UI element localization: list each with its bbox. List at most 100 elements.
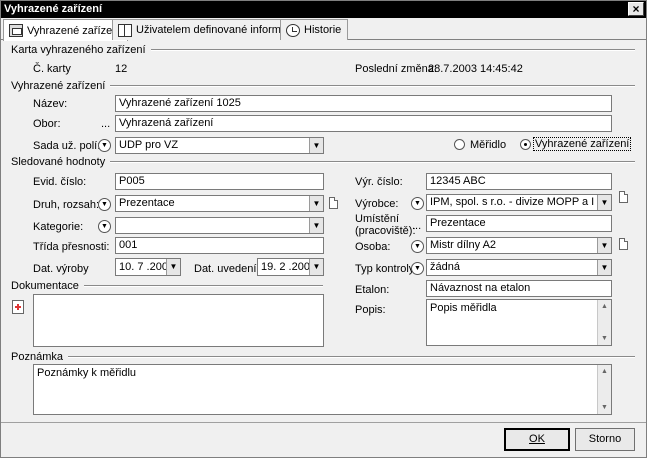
mfg-date-label: Dat. výroby (33, 263, 89, 275)
categ-label: Kategorie: (33, 221, 84, 233)
tab-label: Uživatelem definované informace (136, 24, 299, 36)
dropdown-arrow-icon[interactable]: ▼ (597, 260, 611, 275)
radio-reserved-device[interactable] (520, 139, 531, 150)
documentation-list[interactable] (33, 294, 324, 347)
control-type-select[interactable]: žádná ▼ (426, 259, 612, 276)
tab-bar: Vyhrazené zařízení Uživatelem definované… (1, 18, 646, 41)
description-text: Popis měřidla (430, 302, 497, 314)
cancel-button[interactable]: Storno (575, 428, 635, 451)
person-label: Osoba: (355, 241, 391, 253)
chevron-down-icon: ▼ (101, 142, 108, 149)
name-field[interactable]: Vyhrazené zařízení 1025 (115, 95, 612, 112)
clock-icon (286, 23, 300, 37)
location-field[interactable]: Prezentace (426, 215, 612, 232)
tab-label: Vyhrazené zařízení (27, 24, 122, 37)
etalon-field[interactable]: Návaznost na etalon (426, 280, 612, 297)
name-label: Název: (33, 98, 68, 110)
chevron-down-icon: ▼ (414, 200, 421, 207)
window-title: Vyhrazené zařízení (4, 3, 103, 15)
radio-meter[interactable] (454, 139, 465, 150)
location-label-line1: Umístění (355, 213, 400, 225)
scroll-down-icon[interactable]: ▼ (598, 401, 611, 414)
use-date-value: 19. 2 .2002 (261, 261, 317, 273)
dropdown-arrow-icon[interactable]: ▼ (309, 218, 323, 233)
category-field[interactable]: Vyhrazená zařízení (115, 115, 612, 132)
note-section-label: Poznámka (11, 351, 63, 363)
tab-history[interactable]: Historie (280, 19, 349, 40)
calendar-dropdown-icon[interactable]: ▼ (309, 259, 323, 275)
documentation-section-label: Dokumentace (11, 280, 79, 292)
fieldset-select[interactable]: UDP pro VZ ▼ (115, 137, 324, 154)
chevron-down-icon: ▼ (101, 201, 108, 208)
evid-number-label: Evid. číslo: (33, 176, 87, 188)
dropdown-arrow-icon[interactable]: ▼ (597, 238, 611, 253)
note-scrollbar[interactable]: ▲ ▼ (597, 365, 611, 414)
close-button[interactable]: × (628, 2, 644, 16)
etalon-label: Etalon: (355, 284, 390, 296)
close-icon: × (632, 2, 640, 16)
manufacturer-select[interactable]: IPM, spol. s r.o. - divize MOPP a I ▼ (426, 194, 612, 211)
note-text: Poznámky k měřidlu (37, 367, 137, 379)
note-field[interactable]: Poznámky k měřidlu ▲ ▼ (33, 364, 612, 415)
control-type-arrow-button[interactable]: ▼ (411, 262, 424, 275)
radio-reserved-device-label[interactable]: Vyhrazené zařízení (532, 137, 632, 151)
document-icon[interactable] (619, 191, 628, 203)
kind-select[interactable]: Prezentace ▼ (115, 195, 324, 212)
use-date-label: Dat. uvedení: (194, 263, 260, 275)
last-change-label: Poslední změna: (355, 63, 437, 75)
evid-number-field[interactable]: P005 (115, 173, 324, 190)
mfg-date-picker[interactable]: 10. 7 .2001 ▼ (115, 258, 181, 276)
category-browse-button[interactable]: ... (101, 118, 110, 130)
dropdown-arrow-icon[interactable]: ▼ (309, 138, 323, 153)
tab-reserved-device[interactable]: Vyhrazené zařízení (3, 19, 129, 41)
device-section-header: Vyhrazené zařízení (11, 80, 635, 92)
fieldset-arrow-button[interactable]: ▼ (98, 139, 111, 152)
device-icon (9, 24, 23, 37)
documentation-section-header: Dokumentace (11, 280, 323, 292)
tab-user-defined-info[interactable]: Uživatelem definované informace (112, 19, 306, 40)
use-date-picker[interactable]: 19. 2 .2002 ▼ (257, 258, 324, 276)
control-type-select-value: žádná (430, 261, 460, 273)
note-section-header: Poznámka (11, 351, 635, 363)
ok-button[interactable]: OK (504, 428, 570, 451)
add-document-icon[interactable] (12, 300, 24, 314)
person-arrow-button[interactable]: ▼ (411, 240, 424, 253)
ok-button-label: OK (529, 433, 545, 445)
description-scrollbar[interactable]: ▲ ▼ (597, 300, 611, 345)
description-field[interactable]: Popis měřidla ▲ ▼ (426, 299, 612, 346)
tracked-section-header: Sledované hodnoty (11, 156, 635, 168)
scroll-up-icon[interactable]: ▲ (598, 365, 611, 378)
categ-arrow-button[interactable]: ▼ (98, 220, 111, 233)
fieldset-label: Sada už. polí: (33, 140, 101, 152)
dropdown-arrow-icon[interactable]: ▼ (309, 196, 323, 211)
scroll-down-icon[interactable]: ▼ (598, 332, 611, 345)
manufacturer-select-value: IPM, spol. s r.o. - divize MOPP a I (430, 196, 595, 208)
fieldset-select-value: UDP pro VZ (119, 139, 179, 151)
kind-arrow-button[interactable]: ▼ (98, 198, 111, 211)
description-label: Popis: (355, 304, 386, 316)
manufacturer-label: Výrobce: (355, 198, 399, 210)
radio-meter-label[interactable]: Měřidlo (470, 139, 506, 151)
card-section-header: Karta vyhrazeného zařízení (11, 44, 635, 56)
dialog-window: Vyhrazené zařízení × Vyhrazené zařízení … (0, 0, 647, 458)
location-browse-button[interactable]: ... (412, 220, 421, 232)
footer-divider (1, 422, 646, 423)
manufacturer-arrow-button[interactable]: ▼ (411, 197, 424, 210)
document-icon[interactable] (619, 238, 628, 250)
tracked-section-label: Sledované hodnoty (11, 156, 106, 168)
category-label: Obor: (33, 118, 61, 130)
chevron-down-icon: ▼ (414, 265, 421, 272)
kind-select-value: Prezentace (119, 197, 175, 209)
title-bar[interactable]: Vyhrazené zařízení × (1, 1, 646, 18)
dropdown-arrow-icon[interactable]: ▼ (597, 195, 611, 210)
scroll-up-icon[interactable]: ▲ (598, 300, 611, 313)
person-select[interactable]: Mistr dílny A2 ▼ (426, 237, 612, 254)
categ-select[interactable]: ▼ (115, 217, 324, 234)
accuracy-field[interactable]: 001 (115, 237, 324, 254)
serial-field[interactable]: 12345 ABC (426, 173, 612, 190)
card-number-value: 12 (115, 63, 128, 75)
document-icon[interactable] (329, 197, 338, 209)
book-icon (118, 23, 132, 37)
chevron-down-icon: ▼ (101, 223, 108, 230)
calendar-dropdown-icon[interactable]: ▼ (166, 259, 180, 275)
